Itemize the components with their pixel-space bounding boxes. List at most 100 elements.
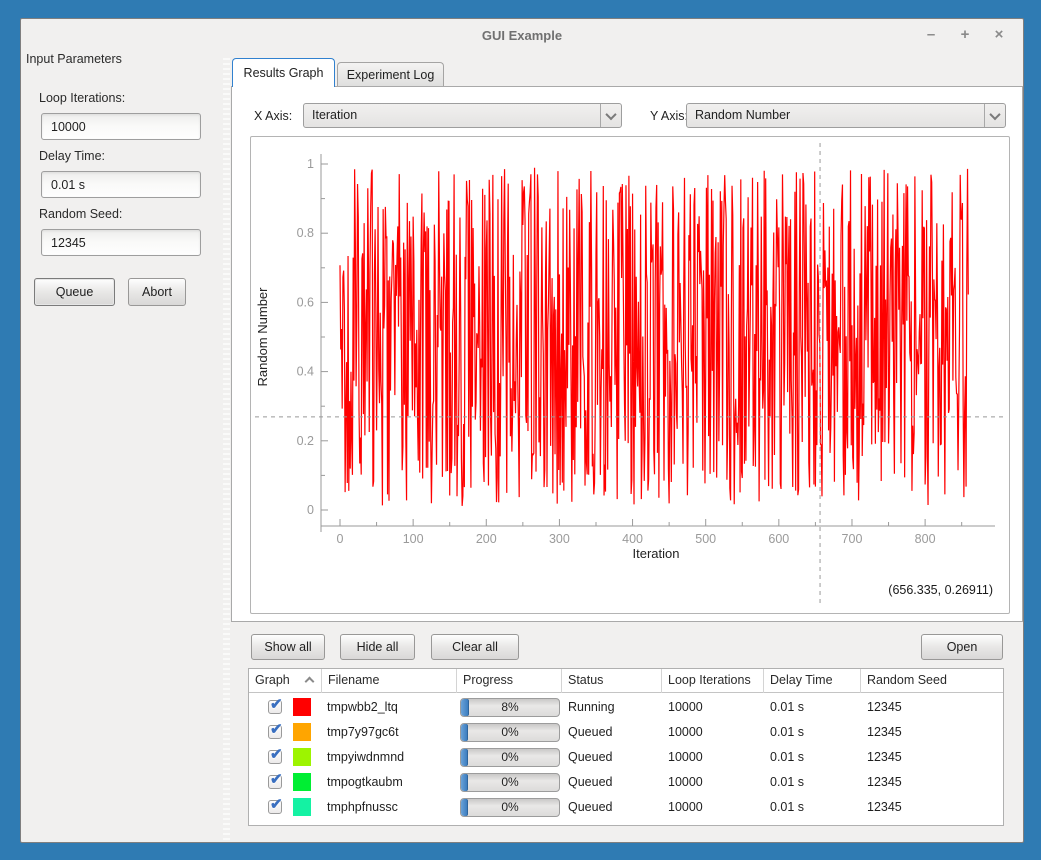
filename-cell: tmpyiwdnmnd: [327, 745, 455, 770]
loop-iterations-field[interactable]: [41, 113, 201, 140]
app-window: GUI Example – + × Input Parameters Loop …: [20, 18, 1024, 843]
random-seed-label: Random Seed:: [39, 207, 122, 221]
check-icon: ✔: [270, 695, 283, 713]
column-header-graph[interactable]: Graph: [249, 669, 322, 693]
progress-percent-label: 0%: [461, 724, 559, 741]
chevron-down-icon: [989, 108, 1000, 119]
loop-iterations-cell: 10000: [668, 695, 764, 720]
y-axis-selected-value: Random Number: [695, 108, 790, 122]
delay-time-cell: 0.01 s: [770, 745, 861, 770]
status-cell: Queued: [568, 720, 662, 745]
progress-bar: 0%: [460, 723, 560, 742]
trace-color-swatch: [293, 798, 311, 816]
svg-text:800: 800: [915, 532, 936, 546]
random-number-line-chart: 00.20.40.60.810100200300400500600700800R…: [251, 137, 1009, 613]
graph-visible-checkbox[interactable]: ✔: [268, 725, 282, 739]
sort-ascending-icon: [305, 677, 315, 687]
svg-text:0: 0: [307, 503, 314, 517]
x-axis-combobox[interactable]: Iteration: [303, 103, 622, 128]
table-row[interactable]: ✔ tmpwbb2_ltq 8% Running100000.01 s12345: [249, 695, 1003, 720]
tab-results-graph[interactable]: Results Graph: [232, 58, 335, 87]
x-axis-label: X Axis:: [254, 109, 292, 123]
show-all-button[interactable]: Show all: [251, 634, 325, 660]
status-cell: Queued: [568, 745, 662, 770]
graph-visible-checkbox[interactable]: ✔: [268, 700, 282, 714]
open-button[interactable]: Open: [921, 634, 1003, 660]
progress-bar: 8%: [460, 698, 560, 717]
check-icon: ✔: [270, 745, 283, 763]
svg-text:100: 100: [403, 532, 424, 546]
trace-color-swatch: [293, 698, 311, 716]
random-seed-cell: 12345: [867, 720, 997, 745]
progress-percent-label: 0%: [461, 799, 559, 816]
status-cell: Queued: [568, 795, 662, 820]
svg-text:600: 600: [768, 532, 789, 546]
progress-percent-label: 0%: [461, 774, 559, 791]
filename-cell: tmphpfnussc: [327, 795, 455, 820]
graph-visible-checkbox[interactable]: ✔: [268, 775, 282, 789]
cursor-coordinate-readout: (656.335, 0.26911): [888, 583, 993, 597]
progress-bar: 0%: [460, 748, 560, 767]
delay-time-cell: 0.01 s: [770, 720, 861, 745]
abort-button[interactable]: Abort: [128, 278, 186, 306]
column-header-progress[interactable]: Progress: [457, 669, 562, 693]
column-header-filename[interactable]: Filename: [322, 669, 457, 693]
tab-experiment-log[interactable]: Experiment Log: [337, 62, 444, 87]
table-header: GraphFilenameProgressStatusLoop Iteratio…: [249, 669, 1003, 693]
svg-text:0.6: 0.6: [297, 295, 314, 309]
svg-text:400: 400: [622, 532, 643, 546]
graph-visible-checkbox[interactable]: ✔: [268, 800, 282, 814]
table-row[interactable]: ✔tmpogtkaubm0%Queued100000.01 s12345: [249, 770, 1003, 795]
queue-button[interactable]: Queue: [34, 278, 115, 306]
random-seed-cell: 12345: [867, 695, 997, 720]
table-row[interactable]: ✔tmphpfnussc0%Queued100000.01 s12345: [249, 795, 1003, 820]
hide-all-button[interactable]: Hide all: [340, 634, 415, 660]
window-title: GUI Example: [21, 28, 1023, 43]
x-axis-title: Iteration: [633, 546, 680, 561]
loop-iterations-cell: 10000: [668, 770, 764, 795]
check-icon: ✔: [270, 770, 283, 788]
delay-time-cell: 0.01 s: [770, 695, 861, 720]
chevron-down-icon: [605, 108, 616, 119]
column-header-loop-iterations[interactable]: Loop Iterations: [662, 669, 764, 693]
title-bar[interactable]: GUI Example – + ×: [21, 19, 1023, 53]
plot-panel[interactable]: 00.20.40.60.810100200300400500600700800R…: [250, 136, 1010, 614]
status-cell: Running: [568, 695, 662, 720]
progress-bar: 0%: [460, 773, 560, 792]
random-seed-cell: 12345: [867, 770, 997, 795]
random-seed-field[interactable]: [41, 229, 201, 256]
trace-color-swatch: [293, 773, 311, 791]
check-icon: ✔: [270, 795, 283, 813]
table-row[interactable]: ✔tmpyiwdnmnd0%Queued100000.01 s12345: [249, 745, 1003, 770]
filename-cell: tmpwbb2_ltq: [327, 695, 455, 720]
loop-iterations-label: Loop Iterations:: [39, 91, 125, 105]
delay-time-label: Delay Time:: [39, 149, 105, 163]
filename-cell: tmp7y97gc6t: [327, 720, 455, 745]
delay-time-cell: 0.01 s: [770, 770, 861, 795]
minimize-icon[interactable]: –: [921, 25, 941, 45]
trace-color-swatch: [293, 748, 311, 766]
window-controls: – + ×: [921, 25, 1009, 45]
graph-visible-checkbox[interactable]: ✔: [268, 750, 282, 764]
splitter-handle[interactable]: [223, 55, 230, 841]
status-cell: Queued: [568, 770, 662, 795]
svg-text:200: 200: [476, 532, 497, 546]
runs-table: GraphFilenameProgressStatusLoop Iteratio…: [248, 668, 1004, 826]
svg-text:0.8: 0.8: [297, 226, 314, 240]
results-graph-page: X Axis: Iteration Y Axis: Random Number …: [231, 86, 1023, 622]
y-axis-combobox[interactable]: Random Number: [686, 103, 1006, 128]
close-icon[interactable]: ×: [989, 25, 1009, 45]
random-seed-cell: 12345: [867, 795, 997, 820]
loop-iterations-cell: 10000: [668, 720, 764, 745]
column-header-delay-time[interactable]: Delay Time: [764, 669, 861, 693]
maximize-icon[interactable]: +: [955, 25, 975, 45]
progress-percent-label: 0%: [461, 749, 559, 766]
y-axis-title: Random Number: [255, 287, 270, 387]
table-row[interactable]: ✔ tmp7y97gc6t 0% Queued100000.01 s12345: [249, 720, 1003, 745]
column-header-random-seed[interactable]: Random Seed: [861, 669, 1005, 693]
column-header-status[interactable]: Status: [562, 669, 662, 693]
trace-color-swatch: [293, 723, 311, 741]
clear-all-button[interactable]: Clear all: [431, 634, 519, 660]
svg-text:700: 700: [842, 532, 863, 546]
delay-time-field[interactable]: [41, 171, 201, 198]
